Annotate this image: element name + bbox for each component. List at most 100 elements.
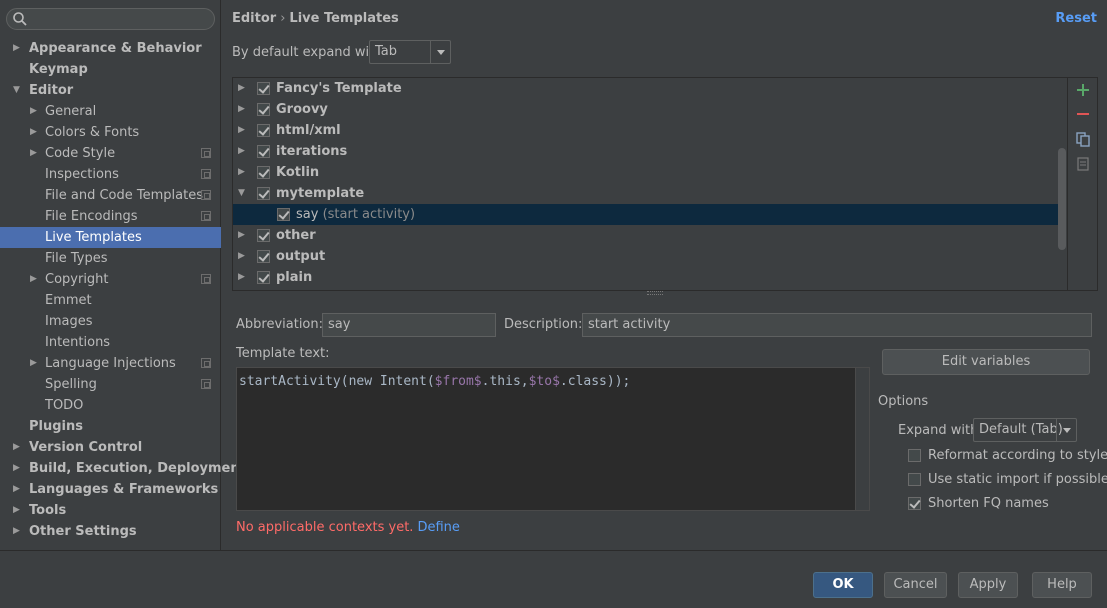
collapse-arrow-icon[interactable]: ▼ (13, 80, 23, 101)
edit-variables-button[interactable]: Edit variables (882, 349, 1090, 375)
expand-arrow-icon[interactable]: ▶ (238, 120, 245, 141)
sidebar-item-general[interactable]: ▶ General (0, 101, 221, 122)
sidebar-item-plugins[interactable]: Plugins (0, 416, 221, 437)
template-description: (start activity) (322, 207, 416, 222)
expand-arrow-icon[interactable]: ▶ (238, 99, 245, 120)
template-group-checkbox[interactable] (257, 103, 270, 116)
expand-with-label: Expand with (898, 423, 979, 438)
template-group-label: output (276, 249, 326, 264)
expand-with-combo[interactable]: Default (Tab) (973, 418, 1077, 442)
apply-button[interactable]: Apply (958, 572, 1018, 598)
default-expand-combo[interactable]: Tab (369, 40, 451, 64)
sidebar-item-todo[interactable]: TODO (0, 395, 221, 416)
reformat-checkbox[interactable] (908, 449, 921, 462)
template-group-checkbox[interactable] (257, 187, 270, 200)
expand-arrow-icon[interactable]: ▶ (30, 101, 40, 122)
template-group-row[interactable]: ▶ Kotlin (233, 162, 1058, 183)
restore-icon[interactable] (1075, 156, 1091, 172)
sidebar-item-colors-fonts[interactable]: ▶ Colors & Fonts (0, 122, 221, 143)
help-button[interactable]: Help (1032, 572, 1092, 598)
expand-arrow-icon[interactable]: ▶ (13, 521, 23, 542)
template-group-row[interactable]: ▼ mytemplate (233, 183, 1058, 204)
template-group-row[interactable]: ▶ Groovy (233, 99, 1058, 120)
template-text-editor[interactable]: startActivity(new Intent($from$.this,$to… (236, 367, 870, 511)
remove-icon[interactable] (1075, 106, 1091, 122)
template-group-checkbox[interactable] (257, 166, 270, 179)
template-group-checkbox[interactable] (257, 250, 270, 263)
add-icon[interactable] (1075, 82, 1091, 98)
reset-link[interactable]: Reset (1055, 11, 1097, 26)
sidebar-item-keymap[interactable]: Keymap (0, 59, 221, 80)
expand-arrow-icon[interactable]: ▶ (238, 246, 245, 267)
expand-arrow-icon[interactable]: ▶ (13, 479, 23, 500)
expand-arrow-icon[interactable]: ▶ (30, 122, 40, 143)
sidebar-item-languages[interactable]: ▶ Languages & Frameworks (0, 479, 221, 500)
expand-arrow-icon[interactable]: ▶ (30, 353, 40, 374)
cancel-button[interactable]: Cancel (884, 572, 947, 598)
template-row-selected[interactable]: say (start activity) (233, 204, 1058, 225)
sidebar-item-language-injections[interactable]: ▶ Language Injections (0, 353, 221, 374)
sidebar-item-file-encodings[interactable]: File Encodings (0, 206, 221, 227)
expand-arrow-icon[interactable]: ▶ (13, 437, 23, 458)
splitter-handle[interactable] (647, 291, 663, 295)
template-group-row[interactable]: ▶ other (233, 225, 1058, 246)
expand-arrow-icon[interactable]: ▶ (30, 269, 40, 290)
sidebar-item-version-control[interactable]: ▶ Version Control (0, 437, 221, 458)
editor-scrollbar[interactable] (855, 368, 869, 510)
sidebar-item-intentions[interactable]: Intentions (0, 332, 221, 353)
template-group-checkbox[interactable] (257, 82, 270, 95)
copy-icon[interactable] (1075, 131, 1091, 147)
template-group-row[interactable]: ▶ Fancy's Template (233, 78, 1058, 99)
sidebar-item-label: Language Injections (45, 356, 176, 371)
description-field[interactable]: start activity (582, 313, 1092, 337)
sidebar-item-file-code-templates[interactable]: File and Code Templates (0, 185, 221, 206)
description-label: Description: (504, 317, 583, 332)
sidebar-item-label: Images (45, 314, 93, 329)
templates-scrollbar[interactable] (1058, 148, 1066, 250)
sidebar-item-other-settings[interactable]: ▶ Other Settings (0, 521, 221, 542)
ok-button[interactable]: OK (813, 572, 873, 598)
project-settings-icon (201, 379, 211, 389)
static-import-checkbox[interactable] (908, 473, 921, 486)
template-checkbox[interactable] (277, 208, 290, 221)
sidebar-item-file-types[interactable]: File Types (0, 248, 221, 269)
sidebar-item-editor[interactable]: ▼ Editor (0, 80, 221, 101)
expand-arrow-icon[interactable]: ▶ (13, 500, 23, 521)
options-title: Options (878, 394, 929, 409)
sidebar-item-build[interactable]: ▶ Build, Execution, Deployment (0, 458, 246, 479)
template-group-row[interactable]: ▶ html/xml (233, 120, 1058, 141)
dropdown-arrow-icon[interactable] (430, 41, 450, 63)
template-group-row[interactable]: ▶ iterations (233, 141, 1058, 162)
define-context-link[interactable]: Define (417, 520, 459, 535)
sidebar-item-inspections[interactable]: Inspections (0, 164, 221, 185)
expand-arrow-icon[interactable]: ▶ (238, 141, 245, 162)
template-group-checkbox[interactable] (257, 229, 270, 242)
sidebar-item-images[interactable]: Images (0, 311, 221, 332)
sidebar-item-code-style[interactable]: ▶ Code Style (0, 143, 221, 164)
sidebar-item-label: Live Templates (45, 230, 142, 245)
sidebar-item-appearance[interactable]: ▶ Appearance & Behavior (0, 38, 221, 59)
sidebar-item-label: File Encodings (45, 209, 138, 224)
expand-arrow-icon[interactable]: ▶ (13, 458, 23, 479)
expand-arrow-icon[interactable]: ▶ (238, 225, 245, 246)
expand-arrow-icon[interactable]: ▶ (30, 143, 40, 164)
shorten-fq-checkbox[interactable] (908, 497, 921, 510)
settings-search-input[interactable] (6, 8, 215, 30)
expand-arrow-icon[interactable]: ▶ (238, 162, 245, 183)
sidebar-item-emmet[interactable]: Emmet (0, 290, 221, 311)
expand-arrow-icon[interactable]: ▶ (13, 38, 23, 59)
sidebar-item-spelling[interactable]: Spelling (0, 374, 221, 395)
template-group-row[interactable]: ▶ plain (233, 267, 1058, 288)
sidebar-item-live-templates[interactable]: Live Templates (0, 227, 221, 248)
template-group-checkbox[interactable] (257, 124, 270, 137)
sidebar-item-tools[interactable]: ▶ Tools (0, 500, 221, 521)
abbreviation-field[interactable]: say (322, 313, 496, 337)
template-group-checkbox[interactable] (257, 271, 270, 284)
sidebar-item-copyright[interactable]: ▶ Copyright (0, 269, 221, 290)
dropdown-arrow-icon[interactable] (1056, 419, 1076, 441)
expand-arrow-icon[interactable]: ▶ (238, 78, 245, 99)
expand-arrow-icon[interactable]: ▶ (238, 267, 245, 288)
template-group-checkbox[interactable] (257, 145, 270, 158)
template-group-row[interactable]: ▶ output (233, 246, 1058, 267)
collapse-arrow-icon[interactable]: ▼ (238, 183, 245, 204)
